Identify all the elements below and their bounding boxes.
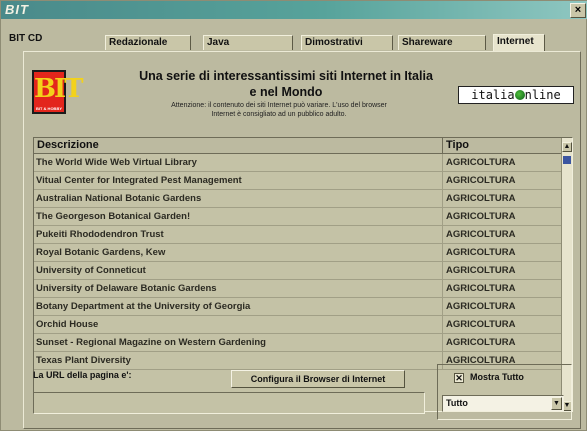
chevron-down-icon[interactable]: ▼ xyxy=(551,397,562,410)
table-row[interactable]: The World Wide Web Virtual Library AGRICO… xyxy=(34,154,562,172)
site-type: AGRICOLTURA xyxy=(442,316,560,333)
tab-label: Shareware xyxy=(402,37,453,48)
site-description: University of Delaware Botanic Gardens xyxy=(36,283,217,294)
tab-dimostrativi[interactable]: Dimostrativi xyxy=(301,35,393,50)
content-warning: Attenzione: il contenuto dei siti Intern… xyxy=(114,101,444,119)
table-row[interactable]: Orchid House AGRICOLTURA xyxy=(34,316,562,334)
table-header: Descrizione Tipo xyxy=(34,138,562,154)
site-type: AGRICOLTURA xyxy=(442,334,560,351)
logo-subtitle: BIT & HOBBY xyxy=(36,106,62,111)
site-type: AGRICOLTURA xyxy=(442,262,560,279)
filter-group: ✕ Mostra Tutto Tutto ▼ xyxy=(437,364,572,420)
site-description: University of Conneticut xyxy=(36,265,146,276)
tab-label: Internet xyxy=(497,36,534,47)
panel-headline: Una serie di interessantissimi siti Inte… xyxy=(96,68,476,100)
warning-line-2: Internet è consigliato ad un pubblico ad… xyxy=(211,111,347,118)
site-type: AGRICOLTURA xyxy=(442,208,560,225)
partner-text-right: nline xyxy=(524,88,561,102)
column-header-description[interactable]: Descrizione xyxy=(37,138,99,153)
site-description: Sunset - Regional Magazine on Western Ga… xyxy=(36,337,266,348)
tab-strip: BIT CD Redazionale Java Dimostrativi Sha… xyxy=(5,21,583,51)
show-all-label[interactable]: Mostra Tutto xyxy=(470,372,524,382)
table-row[interactable]: Royal Botanic Gardens, Kew AGRICOLTURA xyxy=(34,244,562,262)
category-select[interactable]: Tutto ▼ xyxy=(442,395,564,412)
table-row[interactable]: University of Delaware Botanic Gardens AG… xyxy=(34,280,562,298)
headline-line-2: e nel Mondo xyxy=(249,85,323,99)
tab-shareware[interactable]: Shareware xyxy=(398,35,486,50)
table-row[interactable]: Botany Department at the University of G… xyxy=(34,298,562,316)
url-label: La URL della pagina e': xyxy=(33,370,132,380)
scroll-up-arrow-icon[interactable]: ▲ xyxy=(562,142,572,152)
tab-label: Java xyxy=(207,37,230,48)
tab-label: Dimostrativi xyxy=(305,37,363,48)
site-description: Pukeiti Rhododendron Trust xyxy=(36,229,164,240)
table-row[interactable]: Pukeiti Rhododendron Trust AGRICOLTURA xyxy=(34,226,562,244)
site-description: Botany Department at the University of G… xyxy=(36,301,251,312)
close-button[interactable]: × xyxy=(570,3,586,18)
partner-text-left: italia xyxy=(471,88,515,102)
scroll-thumb[interactable] xyxy=(563,156,571,164)
configure-browser-button[interactable]: Configura il Browser di Internet xyxy=(231,370,405,388)
table-row[interactable]: The Georgeson Botanical Garden! AGRICOLTU… xyxy=(34,208,562,226)
site-description: Royal Botanic Gardens, Kew xyxy=(36,247,166,258)
site-type: AGRICOLTURA xyxy=(442,172,560,189)
app-window: BIT × BIT CD Redazionale Java Dimostrati… xyxy=(0,0,587,431)
tab-internet[interactable]: Internet xyxy=(493,34,545,51)
site-description: Australian National Botanic Gardens xyxy=(36,193,202,204)
site-type: AGRICOLTURA xyxy=(442,244,560,261)
tab-redazionale[interactable]: Redazionale xyxy=(105,35,191,50)
tab-java[interactable]: Java xyxy=(203,35,293,50)
warning-line-1: Attenzione: il contenuto dei siti Intern… xyxy=(171,102,387,109)
headline-line-1: Una serie di interessantissimi siti Inte… xyxy=(139,69,433,83)
table-body: The World Wide Web Virtual Library AGRICO… xyxy=(34,154,562,370)
site-type: AGRICOLTURA xyxy=(442,280,560,297)
site-description: Orchid House xyxy=(36,319,99,330)
window-title: BIT xyxy=(5,2,29,17)
italia-online-logo: italia nline xyxy=(458,86,574,104)
site-description: The World Wide Web Virtual Library xyxy=(36,157,197,168)
table-row[interactable]: Australian National Botanic Gardens AGRIC… xyxy=(34,190,562,208)
site-type: AGRICOLTURA xyxy=(442,226,560,243)
site-description: Texas Plant Diversity xyxy=(36,355,131,366)
table-row[interactable]: University of Conneticut AGRICOLTURA xyxy=(34,262,562,280)
show-all-checkbox[interactable]: ✕ xyxy=(454,373,464,383)
table-row[interactable]: Vitual Center for Integrated Pest Manage… xyxy=(34,172,562,190)
title-bar[interactable]: BIT × xyxy=(1,1,587,19)
bit-logo: BIT BIT & HOBBY xyxy=(32,70,83,114)
url-field[interactable] xyxy=(33,392,425,414)
site-description: The Georgeson Botanical Garden! xyxy=(36,211,191,222)
select-value: Tutto xyxy=(446,398,468,408)
site-type: AGRICOLTURA xyxy=(442,154,560,171)
site-description: Vitual Center for Integrated Pest Manage… xyxy=(36,175,242,186)
table-row[interactable]: Sunset - Regional Magazine on Western Ga… xyxy=(34,334,562,352)
site-type: AGRICOLTURA xyxy=(442,190,560,207)
column-header-type[interactable]: Tipo xyxy=(442,138,469,153)
tab-label: Redazionale xyxy=(109,37,168,48)
internet-panel: BIT BIT & HOBBY Una serie di interessant… xyxy=(23,51,581,429)
globe-icon xyxy=(514,90,525,100)
tab-bit-cd[interactable]: BIT CD xyxy=(9,33,42,44)
logo-text: BIT xyxy=(34,74,83,104)
site-type: AGRICOLTURA xyxy=(442,298,560,315)
